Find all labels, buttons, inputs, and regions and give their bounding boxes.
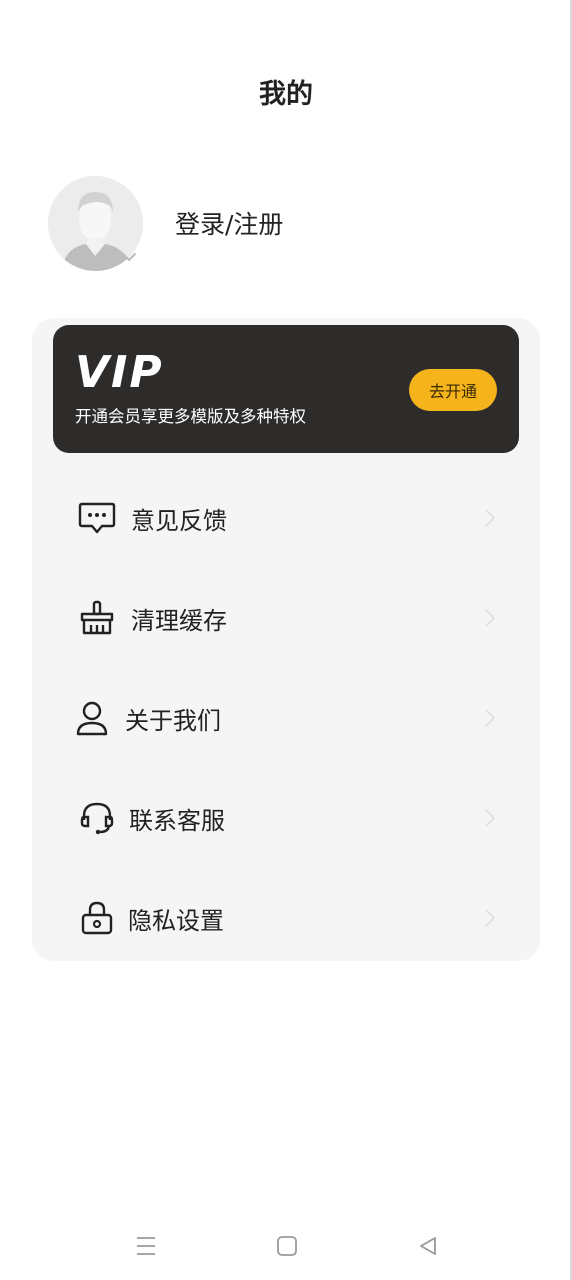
lock-icon	[78, 899, 116, 937]
chevron-right-icon	[485, 809, 496, 827]
menu-item-label: 关于我们	[125, 706, 221, 735]
settings-menu: 意见反馈 清理缓存 关于我们 联系客服 隐私设置	[53, 468, 519, 968]
menu-item-label: 意见反馈	[131, 506, 227, 535]
system-navigation-bar	[0, 1222, 572, 1270]
page-title: 我的	[259, 79, 313, 110]
profile-page: 我的 登录/注册 VIP 开通会员享更多模版及多种特权 去开通 意见反馈 清理缓…	[0, 0, 572, 1280]
vip-logo: VIP	[75, 347, 164, 398]
menu-item-feedback[interactable]: 意见反馈	[53, 468, 519, 568]
back-nav-button[interactable]	[412, 1230, 444, 1262]
menu-item-contact-support[interactable]: 联系客服	[53, 768, 519, 868]
menu-item-about-us[interactable]: 关于我们	[53, 668, 519, 768]
menu-item-clear-cache[interactable]: 清理缓存	[53, 568, 519, 668]
feedback-icon	[78, 499, 116, 537]
chevron-right-icon	[485, 509, 496, 527]
user-icon	[73, 699, 111, 737]
vip-open-button[interactable]: 去开通	[409, 369, 497, 411]
chevron-right-icon	[485, 709, 496, 727]
menu-nav-button[interactable]	[130, 1230, 162, 1262]
square-icon	[277, 1236, 297, 1256]
vip-banner[interactable]: VIP 开通会员享更多模版及多种特权 去开通	[53, 325, 519, 453]
menu-item-label: 清理缓存	[131, 606, 227, 635]
menu-item-label: 隐私设置	[128, 906, 224, 935]
login-register-link[interactable]: 登录/注册	[175, 205, 283, 241]
hamburger-icon	[137, 1237, 155, 1255]
headset-icon	[78, 799, 116, 837]
broom-icon	[78, 599, 116, 637]
menu-item-label: 联系客服	[129, 806, 225, 835]
vip-description: 开通会员享更多模版及多种特权	[75, 407, 306, 426]
back-triangle-icon	[420, 1237, 436, 1255]
chevron-down-icon	[122, 253, 136, 262]
home-nav-button[interactable]	[271, 1230, 303, 1262]
menu-item-privacy-settings[interactable]: 隐私设置	[53, 868, 519, 968]
chevron-right-icon	[485, 909, 496, 927]
chevron-right-icon	[485, 609, 496, 627]
